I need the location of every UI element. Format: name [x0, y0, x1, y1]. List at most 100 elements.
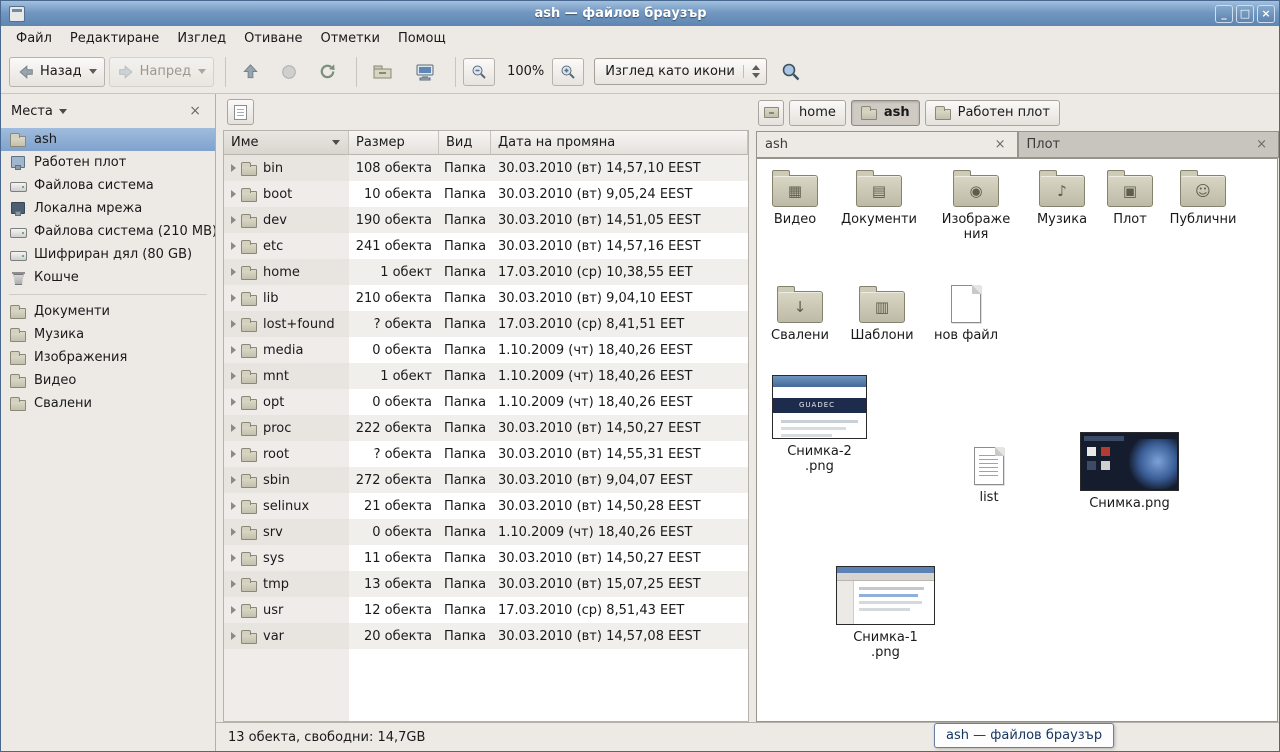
expander-icon[interactable]: [231, 606, 236, 614]
forward-button[interactable]: Напред: [109, 57, 214, 87]
expander-icon[interactable]: [231, 398, 236, 406]
zoom-out-button[interactable]: [463, 58, 495, 86]
expander-icon[interactable]: [231, 450, 236, 458]
folder-video[interactable]: ▦ Видео: [759, 169, 831, 227]
menu-item[interactable]: Файл: [7, 28, 61, 49]
sidebar-item[interactable]: Шифриран дял (80 GB): [1, 243, 215, 266]
minimize-button[interactable]: _: [1215, 5, 1233, 23]
file-snimka2[interactable]: Снимка-2.png: [771, 375, 868, 474]
maximize-button[interactable]: □: [1236, 5, 1254, 23]
table-row[interactable]: bin 108 обекта Папка 30.03.2010 (вт) 14,…: [224, 155, 748, 181]
sidebar-item[interactable]: Локална мрежа: [1, 197, 215, 220]
tab-close-icon[interactable]: ×: [992, 137, 1009, 152]
sidebar-item[interactable]: Видео: [1, 369, 215, 392]
table-row[interactable]: sbin 272 обекта Папка 30.03.2010 (вт) 9,…: [224, 467, 748, 493]
expander-icon[interactable]: [231, 216, 236, 224]
table-row[interactable]: selinux 21 обекта Папка 30.03.2010 (вт) …: [224, 493, 748, 519]
expander-icon[interactable]: [231, 554, 236, 562]
table-row[interactable]: usr 12 обекта Папка 17.03.2010 (ср) 8,51…: [224, 597, 748, 623]
tab[interactable]: Плот ×: [1018, 131, 1280, 157]
back-dropdown-icon[interactable]: [89, 69, 97, 74]
menu-item[interactable]: Отиване: [235, 28, 311, 49]
sidebar-item[interactable]: Изображения: [1, 346, 215, 369]
file-snimka1[interactable]: Снимка-1.png: [835, 566, 936, 660]
zoom-in-button[interactable]: [552, 58, 584, 86]
up-button[interactable]: [233, 56, 268, 87]
computer-button[interactable]: [406, 56, 444, 88]
sidebar-item[interactable]: Файлова система (210 MB): [1, 220, 215, 243]
places-close-button[interactable]: ×: [185, 103, 205, 119]
pane-notes-button[interactable]: [227, 99, 254, 125]
table-row[interactable]: dev 190 обекта Папка 30.03.2010 (вт) 14,…: [224, 207, 748, 233]
sidebar-item[interactable]: Кошче: [1, 266, 215, 289]
table-row[interactable]: var 20 обекта Папка 30.03.2010 (вт) 14,5…: [224, 623, 748, 649]
table-row[interactable]: lib 210 обекта Папка 30.03.2010 (вт) 9,0…: [224, 285, 748, 311]
sidebar-item[interactable]: Свалени: [1, 392, 215, 415]
file-list[interactable]: list: [957, 447, 1021, 505]
expander-icon[interactable]: [231, 320, 236, 328]
table-row[interactable]: root ? обекта Папка 30.03.2010 (вт) 14,5…: [224, 441, 748, 467]
breadcrumb-button[interactable]: home: [789, 100, 846, 126]
expander-icon[interactable]: [231, 346, 236, 354]
table-row[interactable]: media 0 обекта Папка 1.10.2009 (чт) 18,4…: [224, 337, 748, 363]
column-header-name[interactable]: Име: [224, 131, 349, 155]
expander-icon[interactable]: [231, 476, 236, 484]
home-folder-button[interactable]: [364, 56, 402, 88]
table-row[interactable]: mnt 1 обект Папка 1.10.2009 (чт) 18,40,2…: [224, 363, 748, 389]
expander-icon[interactable]: [231, 502, 236, 510]
table-row[interactable]: srv 0 обекта Папка 1.10.2009 (чт) 18,40,…: [224, 519, 748, 545]
expander-icon[interactable]: [231, 632, 236, 640]
table-row[interactable]: proc 222 обекта Папка 30.03.2010 (вт) 14…: [224, 415, 748, 441]
close-button[interactable]: ×: [1257, 5, 1275, 23]
folder-templates[interactable]: ▥ Шаблони: [847, 285, 917, 343]
menu-item[interactable]: Изглед: [168, 28, 235, 49]
table-row[interactable]: etc 241 обекта Папка 30.03.2010 (вт) 14,…: [224, 233, 748, 259]
search-button[interactable]: [773, 56, 809, 88]
menu-item[interactable]: Редактиране: [61, 28, 168, 49]
expander-icon[interactable]: [231, 372, 236, 380]
breadcrumb-button[interactable]: ash: [851, 100, 920, 126]
folder-documents[interactable]: ▤ Документи: [839, 169, 919, 227]
expander-icon[interactable]: [231, 190, 236, 198]
table-row[interactable]: lost+found ? обекта Папка 17.03.2010 (ср…: [224, 311, 748, 337]
folder-public[interactable]: ☺ Публични: [1167, 169, 1239, 227]
table-row[interactable]: boot 10 обекта Папка 30.03.2010 (вт) 9,0…: [224, 181, 748, 207]
expander-icon[interactable]: [231, 528, 236, 536]
table-row[interactable]: sys 11 обекта Папка 30.03.2010 (вт) 14,5…: [224, 545, 748, 571]
table-row[interactable]: home 1 обект Папка 17.03.2010 (ср) 10,38…: [224, 259, 748, 285]
sidebar-item[interactable]: Музика: [1, 323, 215, 346]
expander-icon[interactable]: [231, 268, 236, 276]
title-bar[interactable]: ash — файлов браузър _ □ ×: [1, 1, 1279, 26]
expander-icon[interactable]: [231, 294, 236, 302]
file-new-file[interactable]: нов файл: [931, 285, 1001, 343]
folder-downloads[interactable]: ↓ Свалени: [765, 285, 835, 343]
sidebar-item[interactable]: Работен плот: [1, 151, 215, 174]
breadcrumb-button[interactable]: Работен плот: [925, 100, 1060, 126]
expander-icon[interactable]: [231, 580, 236, 588]
column-header-size[interactable]: Размер: [349, 131, 439, 155]
breadcrumb-root-button[interactable]: [758, 100, 784, 126]
sidebar-item[interactable]: Файлова система: [1, 174, 215, 197]
folder-music[interactable]: ♪ Музика: [1027, 169, 1097, 227]
tab[interactable]: ash ×: [756, 131, 1018, 157]
expander-icon[interactable]: [231, 164, 236, 172]
menu-item[interactable]: Отметки: [311, 28, 388, 49]
view-mode-spinner-icon[interactable]: [743, 65, 760, 78]
back-button[interactable]: Назад: [9, 57, 105, 87]
sidebar-item[interactable]: Документи: [1, 300, 215, 323]
icon-view[interactable]: ▦ Видео ▤ Документи ◉ Изображения ♪ Музи…: [756, 158, 1278, 722]
expander-icon[interactable]: [231, 424, 236, 432]
folder-images[interactable]: ◉ Изображения: [939, 169, 1013, 242]
folder-desktop[interactable]: ▣ Плот: [1101, 169, 1159, 227]
stop-button[interactable]: [272, 57, 306, 87]
column-header-date[interactable]: Дата на промяна: [491, 131, 748, 155]
tab-close-icon[interactable]: ×: [1253, 137, 1270, 152]
table-row[interactable]: tmp 13 обекта Папка 30.03.2010 (вт) 15,0…: [224, 571, 748, 597]
menu-item[interactable]: Помощ: [389, 28, 455, 49]
places-selector-icon[interactable]: [59, 109, 67, 114]
view-mode-select[interactable]: Изглед като икони: [594, 58, 767, 85]
table-row[interactable]: opt 0 обекта Папка 1.10.2009 (чт) 18,40,…: [224, 389, 748, 415]
places-title[interactable]: Места: [11, 104, 53, 119]
reload-button[interactable]: [310, 56, 345, 87]
expander-icon[interactable]: [231, 242, 236, 250]
